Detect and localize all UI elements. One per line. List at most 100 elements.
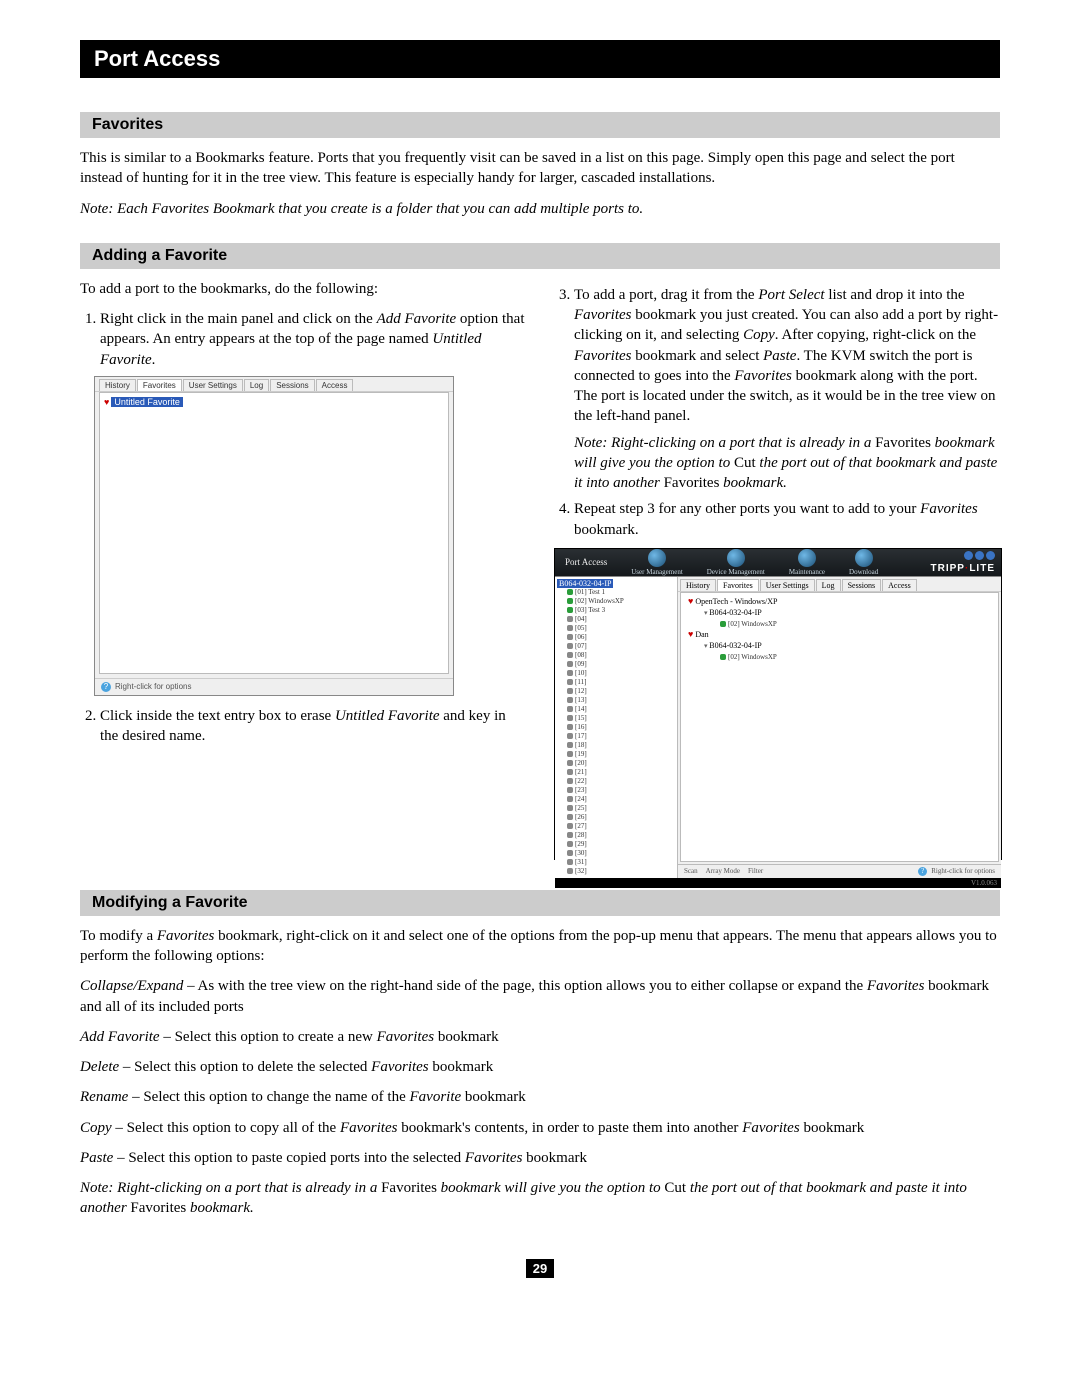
tree-port[interactable]: [23]	[567, 786, 675, 795]
step-2: Click inside the text entry box to erase…	[100, 706, 526, 747]
tree-port[interactable]: [08]	[567, 651, 675, 660]
opt-add-favorite: Add Favorite – Select this option to cre…	[80, 1027, 1000, 1047]
tab-favorites[interactable]: Favorites	[717, 579, 759, 591]
tree-port[interactable]: [18]	[567, 741, 675, 750]
screenshot-favorites-panel: History Favorites User Settings Log Sess…	[94, 376, 454, 696]
adding-right-column: To add a port, drag it from the Port Sel…	[554, 279, 1000, 860]
tree-port[interactable]: [19]	[567, 750, 675, 759]
tree-port[interactable]: [22]	[567, 777, 675, 786]
tree-port[interactable]: [29]	[567, 840, 675, 849]
globe-icon	[855, 549, 873, 567]
step-1: Right click in the main panel and click …	[100, 309, 526, 370]
opt-delete: Delete – Select this option to delete th…	[80, 1057, 1000, 1077]
window-controls[interactable]	[964, 551, 995, 560]
modifying-intro: To modify a Favorites bookmark, right-cl…	[80, 926, 1000, 967]
tab-sessions[interactable]: Sessions	[270, 379, 314, 391]
tree-port[interactable]: [06]	[567, 633, 675, 642]
tab-user-settings[interactable]: User Settings	[183, 379, 243, 391]
opt-paste: Paste – Select this option to paste copi…	[80, 1148, 1000, 1168]
tree-port[interactable]: [21]	[567, 768, 675, 777]
tree-port[interactable]: [10]	[567, 669, 675, 678]
tab-sessions[interactable]: Sessions	[842, 579, 882, 591]
status-filter[interactable]: Filter	[748, 867, 763, 875]
adding-left-column: To add a port to the bookmarks, do the f…	[80, 279, 526, 860]
tree-port[interactable]: [04]	[567, 615, 675, 624]
ss2-statusbar: Scan Array Mode Filter ? Right-click for…	[678, 864, 1001, 878]
tree-port[interactable]: [24]	[567, 795, 675, 804]
tab-access[interactable]: Access	[316, 379, 354, 391]
tree-port[interactable]: [15]	[567, 714, 675, 723]
help-icon: ?	[918, 867, 927, 876]
tree-port[interactable]: [25]	[567, 804, 675, 813]
tree-port[interactable]: [28]	[567, 831, 675, 840]
status-array[interactable]: Array Mode	[706, 867, 740, 875]
tree-port[interactable]: [02] WindowsXP	[567, 597, 675, 606]
heart-icon: ♥	[688, 596, 693, 606]
favorite-2[interactable]: ♥Dan	[684, 629, 995, 640]
tree-port[interactable]: [27]	[567, 822, 675, 831]
nav-user-management[interactable]: User Management	[631, 549, 683, 576]
port-tree[interactable]: B064-032-04-IP [01] Test 1[02] WindowsXP…	[555, 577, 678, 878]
tree-port[interactable]: [09]	[567, 660, 675, 669]
brand-logo: TRIPP·LITE	[931, 563, 995, 574]
step-3-note: Note: Right-clicking on a port that is a…	[574, 433, 1000, 494]
nav-maintenance[interactable]: Maintenance	[789, 549, 825, 576]
favorites-content[interactable]: ♥OpenTech - Windows/XP B064-032-04-IP [0…	[680, 592, 999, 862]
opt-rename: Rename – Select this option to change th…	[80, 1087, 1000, 1107]
tree-port[interactable]: [16]	[567, 723, 675, 732]
favorite-1[interactable]: ♥OpenTech - Windows/XP	[684, 596, 995, 607]
opt-collapse-expand: Collapse/Expand – As with the tree view …	[80, 976, 1000, 1017]
help-icon: ?	[101, 682, 111, 692]
favorite-1-device[interactable]: B064-032-04-IP	[702, 607, 995, 619]
section-heading-modifying: Modifying a Favorite	[80, 890, 1000, 916]
tree-port[interactable]: [07]	[567, 642, 675, 651]
tab-access[interactable]: Access	[882, 579, 917, 591]
tree-port[interactable]: [26]	[567, 813, 675, 822]
tab-favorites[interactable]: Favorites	[137, 379, 182, 391]
ss2-topbar: Port Access User Management Device Manag…	[555, 549, 1001, 576]
favorite-entry-input[interactable]: Untitled Favorite	[111, 397, 183, 407]
tree-port[interactable]: [17]	[567, 732, 675, 741]
footer-hint: Right-click for options	[931, 867, 995, 875]
tab-history[interactable]: History	[99, 379, 136, 391]
tree-port[interactable]: [01] Test 1	[567, 588, 675, 597]
step-3: To add a port, drag it from the Port Sel…	[574, 285, 1000, 494]
tree-port[interactable]: [03] Test 3	[567, 606, 675, 615]
globe-icon	[648, 549, 666, 567]
favorite-2-port[interactable]: [02] WindowsXP	[720, 652, 995, 662]
section-heading-adding: Adding a Favorite	[80, 243, 1000, 269]
nav-download[interactable]: Download	[849, 549, 878, 576]
ss1-body[interactable]: ♥Untitled Favorite	[99, 392, 449, 674]
ss1-footer: ? Right-click for options	[95, 678, 453, 695]
step-4: Repeat step 3 for any other ports you wa…	[574, 499, 1000, 540]
globe-icon	[727, 549, 745, 567]
status-scan[interactable]: Scan	[684, 867, 698, 875]
favorites-note: Note: Each Favorites Bookmark that you c…	[80, 199, 1000, 219]
heart-icon: ♥	[104, 397, 109, 407]
tree-port[interactable]: [12]	[567, 687, 675, 696]
favorite-1-port[interactable]: [02] WindowsXP	[720, 619, 995, 629]
opt-copy: Copy – Select this option to copy all of…	[80, 1118, 1000, 1138]
tree-port[interactable]: [13]	[567, 696, 675, 705]
version-bar: V1.0.063	[555, 878, 1001, 888]
tab-log[interactable]: Log	[244, 379, 269, 391]
screenshot-full-app: Port Access User Management Device Manag…	[554, 548, 1002, 860]
favorite-2-device[interactable]: B064-032-04-IP	[702, 640, 995, 652]
tab-log[interactable]: Log	[816, 579, 841, 591]
globe-icon	[798, 549, 816, 567]
tree-root[interactable]: B064-032-04-IP	[557, 579, 613, 588]
section-heading-favorites: Favorites	[80, 112, 1000, 138]
tree-port[interactable]: [11]	[567, 678, 675, 687]
tab-history[interactable]: History	[680, 579, 716, 591]
tree-port[interactable]: [05]	[567, 624, 675, 633]
heart-icon: ♥	[688, 629, 693, 639]
tab-user-settings[interactable]: User Settings	[760, 579, 815, 591]
modifying-option-list: Collapse/Expand – As with the tree view …	[80, 976, 1000, 1218]
tree-port[interactable]: [30]	[567, 849, 675, 858]
page-title: Port Access	[94, 46, 220, 71]
tree-port[interactable]: [31]	[567, 858, 675, 867]
tree-port[interactable]: [32]	[567, 867, 675, 876]
tree-port[interactable]: [20]	[567, 759, 675, 768]
nav-device-management[interactable]: Device Management	[707, 549, 765, 576]
tree-port[interactable]: [14]	[567, 705, 675, 714]
